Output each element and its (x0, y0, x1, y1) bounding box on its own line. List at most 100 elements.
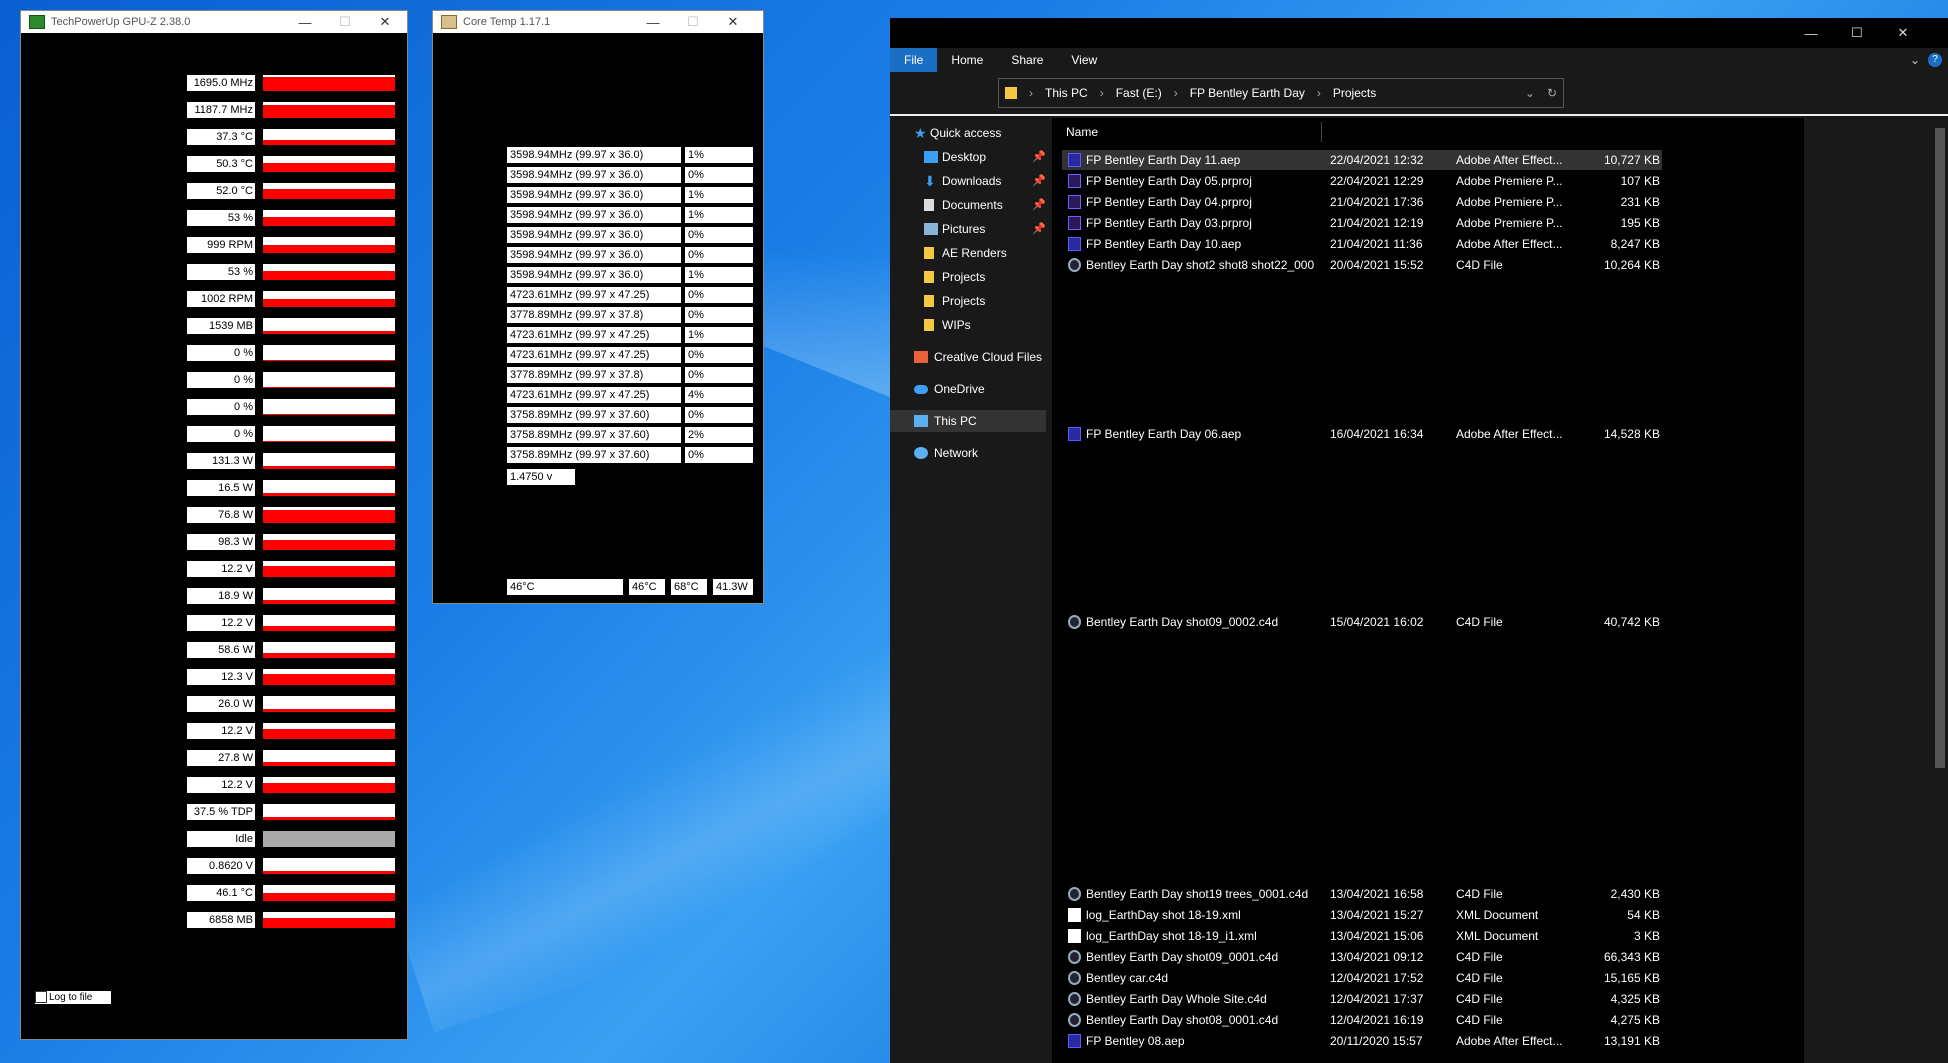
nav-pictures[interactable]: Pictures 📌 (890, 218, 1046, 240)
file-row[interactable]: Bentley Earth Day shot09_0002.c4d 15/04/2… (1062, 612, 1662, 632)
maximize-button[interactable]: ☐ (673, 11, 713, 33)
sensor-value: 131.3 W (187, 453, 255, 469)
file-row[interactable]: Bentley Earth Day shot09_0001.c4d 13/04/2… (1062, 947, 1662, 967)
nav-this-pc[interactable]: This PC (890, 410, 1046, 432)
sensor-row: 12.2 V (187, 561, 397, 580)
nav-creative-cloud[interactable]: Creative Cloud Files (890, 346, 1046, 368)
aep-file-icon (1068, 153, 1081, 167)
file-row[interactable]: FP Bentley Earth Day 03.prproj 21/04/2021… (1062, 213, 1662, 233)
nav-label: Downloads (942, 174, 1002, 188)
breadcrumb-this-pc[interactable]: This PC (1045, 86, 1088, 100)
sensor-row: Idle (187, 831, 397, 850)
scrollbar-thumb[interactable] (1935, 128, 1945, 768)
file-size: 40,742 KB (1603, 615, 1660, 629)
file-row[interactable]: Bentley Earth Day shot08_0001.c4d 12/04/2… (1062, 1010, 1662, 1030)
pin-icon[interactable]: 📌 (1032, 170, 1046, 192)
navigation-pane: ★ Quick access Desktop 📌 ⬇ Downloads 📌 D… (890, 118, 1046, 1063)
file-row[interactable]: log_EarthDay shot 18-19_i1.xml 13/04/2021… (1062, 926, 1662, 946)
nav-label: Pictures (942, 222, 986, 236)
sensor-graph-fill (263, 163, 395, 172)
sensor-row: 0 % (187, 426, 397, 445)
refresh-icon[interactable]: ↻ (1547, 86, 1557, 100)
nav-quick-access[interactable]: ★ Quick access (890, 122, 1046, 144)
history-dropdown-icon[interactable]: ⌄ (1525, 86, 1535, 100)
nav-onedrive[interactable]: OneDrive (890, 378, 1046, 400)
nav-documents[interactable]: Documents 📌 (890, 194, 1046, 216)
chevron-right-icon: › (1173, 86, 1178, 100)
checkbox-box[interactable] (35, 991, 47, 1004)
file-row[interactable]: log_EarthDay shot 18-19.xml 13/04/2021 15… (1062, 905, 1662, 925)
maximize-button[interactable]: ☐ (325, 11, 365, 33)
sensor-value: 53 % (187, 264, 255, 280)
pin-icon[interactable]: 📌 (1032, 194, 1046, 216)
breadcrumb-project[interactable]: FP Bentley Earth Day (1190, 86, 1305, 100)
gpuz-titlebar[interactable]: TechPowerUp GPU-Z 2.38.0 — ☐ ✕ (21, 11, 407, 33)
minimize-button[interactable]: — (1788, 18, 1834, 48)
tab-view[interactable]: View (1057, 48, 1111, 72)
vertical-scrollbar[interactable] (1932, 118, 1948, 1063)
tab-home[interactable]: Home (937, 48, 997, 72)
sensor-row: 98.3 W (187, 534, 397, 553)
file-row[interactable]: FP Bentley Earth Day 06.aep 16/04/2021 16… (1062, 424, 1662, 444)
close-button[interactable]: ✕ (713, 11, 753, 33)
explorer-titlebar[interactable]: — ☐ ✕ (890, 18, 1948, 48)
breadcrumb-projects[interactable]: Projects (1333, 86, 1376, 100)
sensor-graph-fill (263, 762, 395, 766)
column-header-name[interactable]: Name (1052, 122, 1322, 142)
pin-icon[interactable]: 📌 (1032, 218, 1046, 240)
file-row[interactable]: Bentley Earth Day shot2 shot8 shot22_000… (1062, 255, 1662, 275)
sensor-graph (263, 858, 395, 874)
minimize-button[interactable]: — (633, 11, 673, 33)
tab-file[interactable]: File (890, 48, 938, 72)
coretemp-titlebar[interactable]: Core Temp 1.17.1 — ☐ ✕ (433, 11, 763, 33)
log-label: Log to file (49, 992, 93, 1003)
nav-label: Desktop (942, 150, 987, 164)
minimize-button[interactable]: — (285, 11, 325, 33)
nav-wips[interactable]: WIPs (890, 314, 1046, 336)
file-row[interactable]: FP Bentley Earth Day 05.prproj 22/04/2021… (1062, 171, 1662, 191)
power-value: 41.3W (713, 579, 753, 595)
file-row[interactable]: FP Bentley Earth Day 10.aep 21/04/2021 11… (1062, 234, 1662, 254)
sensor-value: 37.5 % TDP (187, 804, 255, 820)
nav-desktop[interactable]: Desktop 📌 (890, 146, 1046, 168)
sensor-graph (263, 534, 395, 550)
sensor-row: 12.2 V (187, 723, 397, 742)
sensor-row: 53 % (187, 264, 397, 283)
sensor-graph-fill (263, 870, 395, 874)
file-size: 8,247 KB (1610, 237, 1660, 251)
sensor-row: 37.5 % TDP (187, 804, 397, 823)
file-size: 10,264 KB (1603, 258, 1660, 272)
breadcrumb-fast-e[interactable]: Fast (E:) (1116, 86, 1162, 100)
nav-ae-renders[interactable]: AE Renders (890, 242, 1046, 264)
maximize-button[interactable]: ☐ (1834, 18, 1880, 48)
core-frequency: 3598.94MHz (99.97 x 36.0) (507, 147, 681, 163)
ribbon-expand-icon[interactable]: ⌄ (1910, 53, 1928, 67)
address-bar[interactable]: › This PC › Fast (E:) › FP Bentley Earth… (998, 78, 1564, 108)
help-icon[interactable]: ? (1928, 53, 1942, 67)
close-button[interactable]: ✕ (1880, 18, 1926, 48)
core-load: 0% (685, 447, 753, 463)
sensor-graph (263, 696, 395, 712)
file-row[interactable]: Bentley car.c4d 12/04/2021 17:52 C4D File 1… (1062, 968, 1662, 988)
nav-downloads[interactable]: ⬇ Downloads 📌 (890, 170, 1046, 192)
pin-icon[interactable]: 📌 (1032, 146, 1046, 168)
log-to-file-checkbox[interactable]: Log to file (35, 991, 111, 1004)
sensor-graph-fill (263, 465, 395, 469)
tab-share[interactable]: Share (997, 48, 1057, 72)
c4d-file-icon (1068, 971, 1081, 985)
file-row[interactable]: Bentley Earth Day shot19 trees_0001.c4d 1… (1062, 884, 1662, 904)
file-row[interactable]: Bentley Earth Day Whole Site.c4d 12/04/20… (1062, 989, 1662, 1009)
core-load: 1% (685, 327, 753, 343)
nav-projects-1[interactable]: Projects (890, 266, 1046, 288)
nav-network[interactable]: Network (890, 442, 1046, 464)
nav-projects-2[interactable]: Projects (890, 290, 1046, 312)
file-type: Adobe After Effect... (1456, 153, 1563, 167)
temp-main: 46°C (507, 579, 623, 595)
file-row[interactable]: FP Bentley Earth Day 04.prproj 21/04/2021… (1062, 192, 1662, 212)
close-button[interactable]: ✕ (365, 11, 405, 33)
chevron-right-icon: › (1099, 86, 1104, 100)
file-row[interactable]: FP Bentley Earth Day 11.aep 22/04/2021 12… (1062, 150, 1662, 170)
core-frequency: 3598.94MHz (99.97 x 36.0) (507, 247, 681, 263)
file-row[interactable]: FP Bentley 08.aep 20/11/2020 15:57 Adobe A… (1062, 1031, 1662, 1051)
sensor-row: 26.0 W (187, 696, 397, 715)
